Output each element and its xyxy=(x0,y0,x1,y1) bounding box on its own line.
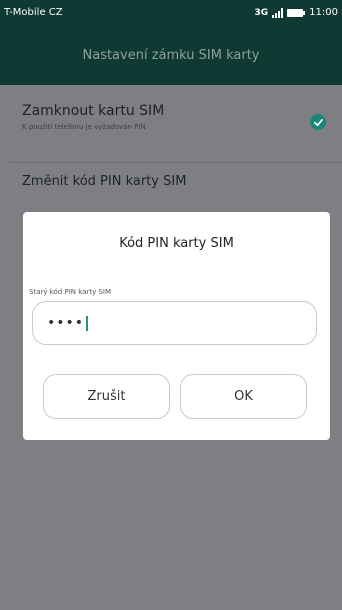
carrier-name: T-Mobile CZ xyxy=(4,7,63,18)
change-pin-label: Změnit kód PIN karty SIM xyxy=(22,174,187,189)
clock: 11:00 xyxy=(309,7,338,18)
lock-sim-label: Zamknout kartu SIM xyxy=(22,103,165,119)
divider xyxy=(10,162,342,163)
signal-icon xyxy=(272,7,284,18)
lock-sim-setting[interactable]: Zamknout kartu SIM K použití telefonu je… xyxy=(0,103,342,161)
network-type: 3G xyxy=(254,7,269,18)
pin-dialog: Kód PIN karty SIM Starý kód PIN karty SI… xyxy=(23,212,330,440)
ok-button[interactable]: OK xyxy=(180,374,307,419)
text-cursor xyxy=(86,315,89,331)
status-bar: T-Mobile CZ 3G 11:00 xyxy=(0,0,342,25)
cancel-button[interactable]: Zrušit xyxy=(43,374,170,419)
change-pin-setting[interactable]: Změnit kód PIN karty SIM xyxy=(0,174,342,189)
page-title: Nastavení zámku SIM karty xyxy=(82,47,260,63)
lock-sim-sublabel: K použití telefonu je vyžadován PIN xyxy=(22,123,146,131)
pin-input[interactable]: •••• xyxy=(32,301,317,345)
checkmark-icon[interactable] xyxy=(310,114,326,130)
battery-icon xyxy=(287,8,306,17)
status-icons: 3G 11:00 xyxy=(255,7,338,18)
pin-value: •••• xyxy=(47,315,85,331)
dialog-title: Kód PIN karty SIM xyxy=(119,236,234,251)
header-bar: Nastavení zámku SIM karty xyxy=(0,25,342,85)
old-pin-label: Starý kód PIN karty SIM xyxy=(29,288,111,296)
